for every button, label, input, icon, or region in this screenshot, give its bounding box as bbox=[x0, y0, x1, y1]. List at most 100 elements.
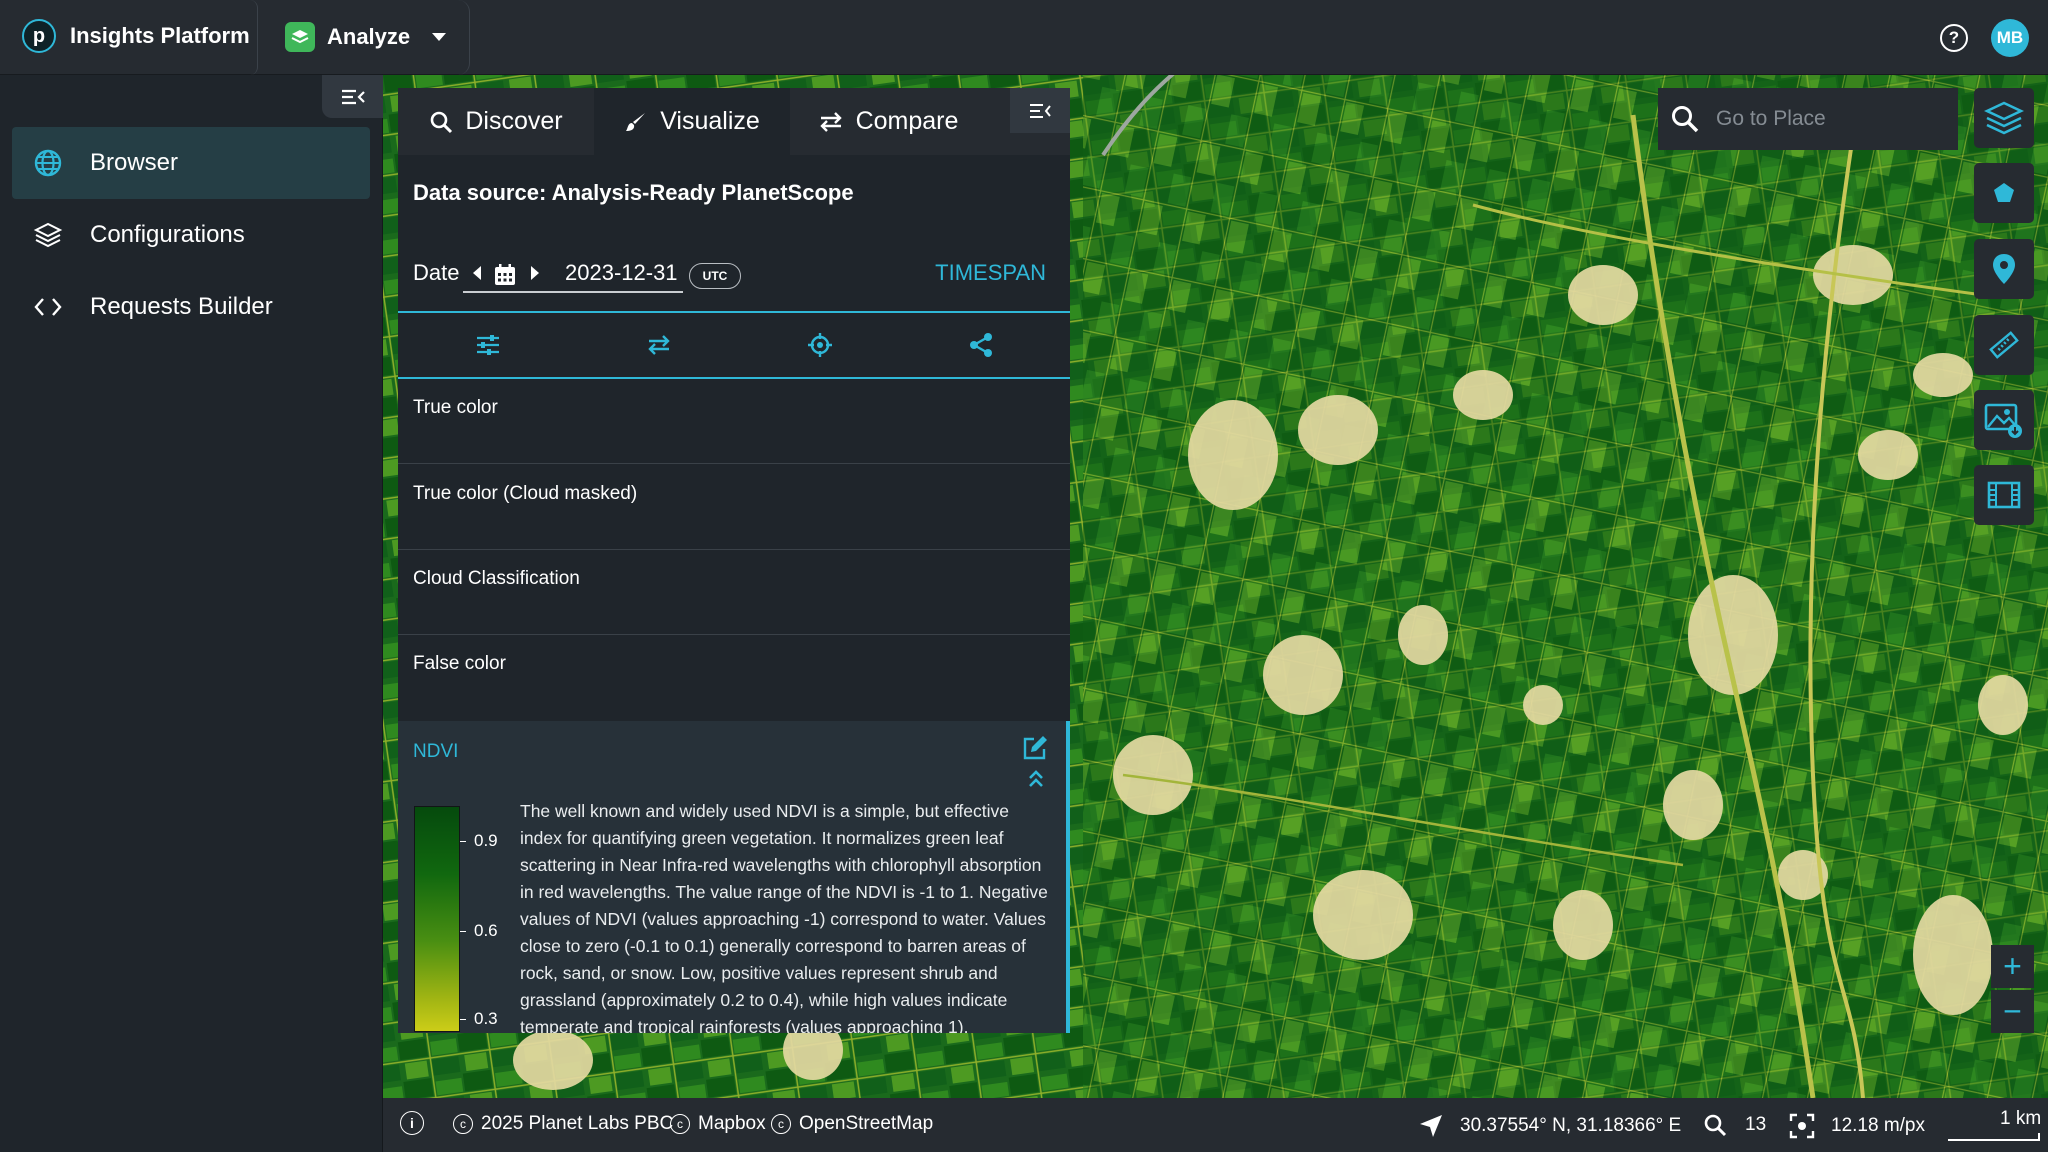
top-bar: p Insights Platform Analyze ? MB bbox=[0, 0, 2048, 75]
copyright-osm[interactable]: c OpenStreetMap bbox=[771, 1113, 933, 1135]
place-search bbox=[1658, 88, 1958, 150]
copyright-icon: c bbox=[453, 1114, 473, 1134]
copyright-planet[interactable]: c 2025 Planet Labs PBC bbox=[453, 1113, 673, 1135]
date-label: Date bbox=[413, 260, 460, 285]
brand-name: Insights Platform bbox=[70, 23, 250, 48]
tab-label: Discover bbox=[465, 107, 563, 135]
data-source-title: Data source: Analysis-Ready PlanetScope bbox=[413, 180, 854, 205]
coordinates-label: 30.37554° N, 31.18366° E bbox=[1460, 1115, 1682, 1136]
collapse-icon bbox=[341, 89, 365, 104]
visualization-toolbar bbox=[398, 311, 1070, 379]
panel-collapse-button[interactable] bbox=[1010, 88, 1070, 133]
measure-button[interactable] bbox=[1974, 315, 2034, 375]
next-date-icon[interactable] bbox=[531, 266, 539, 280]
info-button[interactable]: i bbox=[400, 1111, 424, 1135]
pentagon-icon bbox=[1994, 183, 2014, 202]
swap-button[interactable] bbox=[578, 313, 739, 377]
search-icon bbox=[1704, 1114, 1727, 1137]
film-icon bbox=[1987, 481, 2021, 509]
sidebar-item-label: Configurations bbox=[90, 221, 245, 248]
copyright-label: 2025 Planet Labs PBC bbox=[481, 1113, 674, 1134]
timespan-button[interactable]: TIMESPAN bbox=[935, 260, 1046, 286]
zoom-level-readout: 13 bbox=[1703, 1113, 1766, 1137]
scale-label: 1 km bbox=[2000, 1108, 2042, 1129]
date-picker[interactable]: 2023-12-31 bbox=[463, 255, 683, 293]
locate-button[interactable] bbox=[739, 313, 900, 377]
collapse-icon bbox=[1030, 103, 1051, 118]
sidebar: Browser Configurations Requests Builder bbox=[0, 75, 383, 1152]
chevron-double-up-icon[interactable] bbox=[1028, 769, 1044, 789]
download-image-button[interactable] bbox=[1974, 390, 2034, 450]
copyright-mapbox[interactable]: c Mapbox bbox=[670, 1113, 766, 1135]
search-input[interactable] bbox=[1716, 88, 1946, 150]
sidebar-collapse-button[interactable] bbox=[322, 75, 383, 118]
timelapse-button[interactable] bbox=[1974, 465, 2034, 525]
ndvi-title: NDVI bbox=[413, 741, 459, 762]
osm-label: OpenStreetMap bbox=[799, 1113, 934, 1134]
layer-item-true-color[interactable]: True color bbox=[398, 379, 1070, 464]
layer-item-ndvi[interactable]: NDVI 0.9 0.6 0.3 The well known and wide… bbox=[398, 721, 1070, 1033]
app-name: Analyze bbox=[327, 24, 411, 49]
draw-polygon-button[interactable] bbox=[1974, 163, 2034, 223]
layer-item-true-color-cloud-masked[interactable]: True color (Cloud masked) bbox=[398, 465, 1070, 550]
brand[interactable]: p Insights Platform bbox=[22, 19, 250, 53]
mapbox-label: Mapbox bbox=[698, 1113, 766, 1134]
share-button[interactable] bbox=[900, 313, 1061, 377]
code-icon bbox=[32, 291, 64, 323]
ndvi-description: The well known and widely used NDVI is a… bbox=[520, 801, 1048, 1033]
zoom-in-button[interactable]: + bbox=[1991, 945, 2034, 988]
status-bar: i c 2025 Planet Labs PBC c Mapbox c Open… bbox=[383, 1098, 2048, 1152]
layer-settings-button[interactable] bbox=[398, 313, 578, 377]
sidebar-item-requests-builder[interactable]: Requests Builder bbox=[12, 271, 370, 343]
tab-discover[interactable]: Discover bbox=[398, 88, 594, 155]
layers-icon bbox=[1984, 101, 2024, 135]
coordinates-readout: 30.37554° N, 31.18366° E bbox=[1418, 1113, 1681, 1139]
tab-visualize[interactable]: Visualize bbox=[594, 88, 790, 155]
sidebar-item-browser[interactable]: Browser bbox=[12, 127, 370, 199]
header-divider bbox=[250, 0, 258, 75]
scale-bar bbox=[1948, 1133, 2040, 1141]
legend-tick-label: 0.9 bbox=[460, 831, 498, 851]
previous-date-icon[interactable] bbox=[473, 266, 481, 280]
ruler-icon bbox=[1989, 331, 2019, 359]
tab-label: Visualize bbox=[660, 107, 760, 135]
visualize-panel: Discover Visualize Compare Data source: … bbox=[398, 88, 1070, 1033]
tab-label: Compare bbox=[855, 107, 959, 135]
sidebar-item-label: Requests Builder bbox=[90, 293, 273, 320]
layers-button[interactable] bbox=[1974, 88, 2034, 148]
layer-item-cloud-classification[interactable]: Cloud Classification bbox=[398, 550, 1070, 635]
help-icon[interactable]: ? bbox=[1940, 24, 1968, 52]
sidebar-item-configurations[interactable]: Configurations bbox=[12, 199, 370, 271]
copyright-icon: c bbox=[670, 1114, 690, 1134]
info-icon: i bbox=[400, 1111, 424, 1135]
resolution-readout: 12.18 m/px bbox=[1789, 1113, 1925, 1139]
sidebar-item-label: Browser bbox=[90, 149, 179, 176]
navigation-arrow-icon bbox=[1420, 1115, 1442, 1137]
copyright-icon: c bbox=[771, 1114, 791, 1134]
globe-icon bbox=[32, 147, 64, 179]
date-value[interactable]: 2023-12-31 bbox=[565, 260, 678, 286]
brush-icon bbox=[626, 112, 646, 131]
place-marker-button[interactable] bbox=[1974, 239, 2034, 299]
date-row: Date 2023-12-31 UTC TIMESPAN bbox=[413, 255, 1058, 295]
compare-arrows-icon bbox=[819, 111, 842, 132]
resolution-label: 12.18 m/px bbox=[1831, 1115, 1925, 1136]
map-pin-icon bbox=[1993, 254, 2015, 284]
chevron-down-icon bbox=[432, 33, 447, 41]
sliders-icon bbox=[477, 335, 499, 355]
app-switcher[interactable]: Analyze bbox=[285, 22, 447, 52]
ndvi-legend-colorbar bbox=[414, 806, 460, 1032]
image-download-icon bbox=[1984, 403, 2022, 438]
tab-compare[interactable]: Compare bbox=[790, 88, 986, 155]
avatar[interactable]: MB bbox=[1991, 19, 2029, 57]
brand-logo: p bbox=[22, 19, 56, 53]
zoom-out-button[interactable]: − bbox=[1991, 990, 2034, 1033]
legend-tick-label: 0.6 bbox=[460, 921, 498, 941]
search-icon bbox=[1672, 106, 1699, 133]
layer-item-false-color[interactable]: False color bbox=[398, 635, 1070, 720]
utc-badge: UTC bbox=[689, 263, 741, 289]
zoom-level-label: 13 bbox=[1745, 1114, 1767, 1135]
edit-icon[interactable] bbox=[1022, 735, 1048, 761]
panel-tabs: Discover Visualize Compare bbox=[398, 88, 1070, 155]
legend-tick-label: 0.3 bbox=[460, 1009, 498, 1029]
